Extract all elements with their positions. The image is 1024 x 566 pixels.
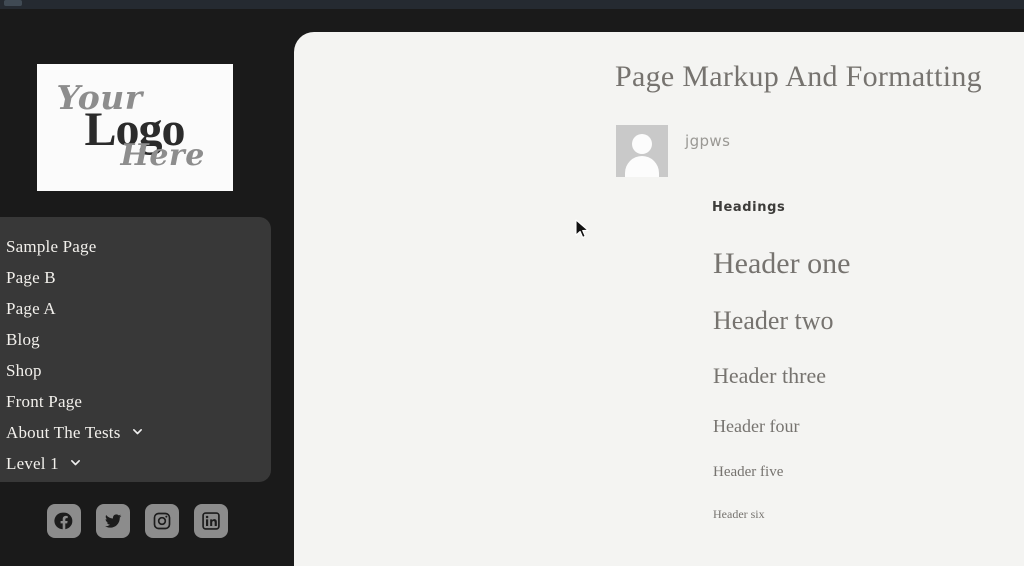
linkedin-icon[interactable] — [194, 504, 228, 538]
nav-label: Page A — [6, 299, 56, 318]
nav-label: About The Tests — [6, 423, 121, 442]
browser-toolbar-glyph — [4, 0, 22, 6]
sidebar: Your Logo Here Sample Page Page B Page A… — [0, 9, 294, 566]
screen: Your Logo Here Sample Page Page B Page A… — [0, 0, 1024, 566]
content-panel: Page Markup And Formatting jgpws Heading… — [294, 32, 1024, 566]
page-title: Page Markup And Formatting — [615, 60, 982, 93]
primary-navigation: Sample Page Page B Page A Blog Shop Fron… — [0, 217, 271, 482]
sidebar-item-blog[interactable]: Blog — [0, 324, 271, 355]
author-link[interactable]: jgpws — [685, 125, 730, 150]
sidebar-item-page-a[interactable]: Page A — [0, 293, 271, 324]
header-six: Header six — [713, 507, 765, 521]
header-four: Header four — [713, 416, 800, 436]
nav-label: Level 1 — [6, 454, 59, 473]
logo-text-here: Here — [120, 137, 205, 173]
chevron-down-icon[interactable] — [70, 457, 81, 468]
nav-label: Shop — [6, 361, 42, 380]
logo-artwork: Your Logo Here — [43, 72, 228, 184]
nav-label: Front Page — [6, 392, 83, 411]
header-five: Header five — [713, 464, 784, 480]
facebook-icon[interactable] — [47, 504, 81, 538]
sidebar-item-about-the-tests[interactable]: About The Tests — [0, 417, 271, 448]
article: Page Markup And Formatting jgpws Heading… — [294, 32, 1024, 566]
browser-toolbar-strip — [0, 0, 1024, 9]
section-heading-headings: Headings — [712, 200, 786, 215]
nav-label: Sample Page — [6, 237, 97, 256]
sidebar-item-sample-page[interactable]: Sample Page — [0, 231, 271, 262]
header-three: Header three — [713, 363, 826, 388]
sidebar-item-page-b[interactable]: Page B — [0, 262, 271, 293]
sidebar-item-front-page[interactable]: Front Page — [0, 386, 271, 417]
nav-label: Blog — [6, 330, 40, 349]
sidebar-item-level-1[interactable]: Level 1 — [0, 448, 271, 479]
twitter-icon[interactable] — [96, 504, 130, 538]
social-links — [47, 504, 228, 538]
instagram-icon[interactable] — [145, 504, 179, 538]
sidebar-item-shop[interactable]: Shop — [0, 355, 271, 386]
nav-label: Page B — [6, 268, 56, 287]
avatar — [616, 125, 668, 177]
chevron-down-icon[interactable] — [132, 426, 143, 437]
header-one: Header one — [713, 247, 851, 280]
avatar-body — [625, 156, 659, 177]
header-two: Header two — [713, 306, 834, 335]
site-logo[interactable]: Your Logo Here — [37, 64, 233, 191]
avatar-head — [632, 134, 652, 154]
byline: jgpws — [616, 125, 730, 177]
